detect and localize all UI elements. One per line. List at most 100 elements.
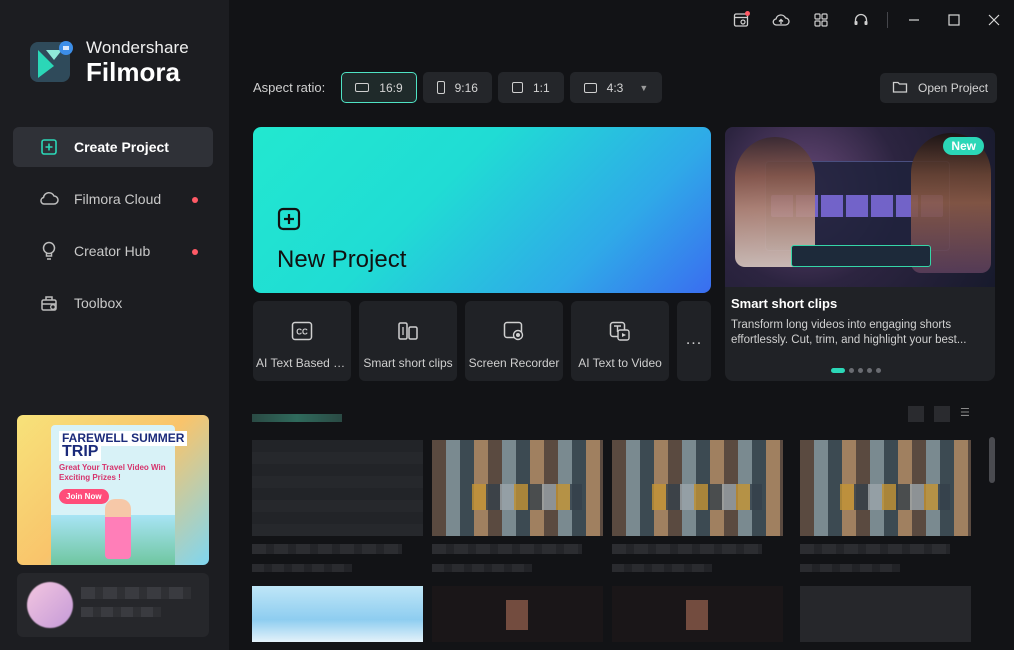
open-project-label: Open Project (918, 81, 989, 95)
project-name-redacted (800, 544, 950, 554)
titlebar-divider (887, 12, 888, 28)
svg-text:CC: CC (296, 328, 308, 337)
headset-icon[interactable] (841, 2, 881, 38)
list-view-icon[interactable]: ☰ (960, 406, 970, 422)
smart-clips-icon (397, 321, 419, 346)
feature-result-bar (791, 245, 931, 267)
project-thumbnail[interactable] (432, 440, 603, 536)
folder-icon (892, 80, 908, 97)
aspect-4-3-dropdown[interactable]: 4:3 ▼ (569, 72, 663, 103)
tool-label: AI Text Based E... (256, 356, 348, 370)
feature-title: Smart short clips (731, 296, 838, 311)
avatar[interactable] (27, 582, 73, 628)
feature-description-line: Transform long videos into engaging shor… (731, 319, 952, 331)
project-thumbnail[interactable] (432, 586, 603, 642)
portrait-icon (436, 81, 445, 94)
toolbox-icon (39, 293, 59, 313)
account-email-redacted (81, 607, 161, 617)
project-name-redacted (612, 544, 762, 554)
scrollbar[interactable] (989, 437, 995, 483)
open-project-button[interactable]: Open Project (880, 73, 997, 103)
close-icon[interactable] (974, 2, 1014, 38)
promo-figure-image (105, 499, 131, 559)
project-thumbnail[interactable] (612, 586, 783, 642)
project-meta-redacted (612, 564, 712, 572)
window-titlebar (721, 0, 1014, 40)
project-thumbnail[interactable] (252, 586, 423, 642)
aspect-9-16-button[interactable]: 9:16 (422, 72, 492, 103)
notification-dot (192, 197, 198, 203)
notification-dot (192, 249, 198, 255)
more-tools-button[interactable]: ... (677, 301, 711, 381)
carousel-dot-active[interactable] (831, 368, 845, 373)
tool-ai-text-to-video[interactable]: AI Text to Video (571, 301, 669, 381)
landscape-icon (355, 83, 370, 92)
new-badge: New (943, 137, 984, 155)
cc-icon: CC (291, 321, 313, 346)
square-icon (511, 82, 523, 93)
app-logo: Wondershare Filmora (28, 38, 189, 86)
maximize-icon[interactable] (934, 2, 974, 38)
promo-subtitle: Great Your Travel Video Win Exciting Pri… (59, 463, 166, 482)
sidebar-item-toolbox[interactable]: Toolbox (13, 283, 213, 323)
sidebar: Wondershare Filmora Create Project Filmo… (0, 0, 229, 650)
view-control-redacted[interactable] (908, 406, 924, 422)
feature-carousel[interactable]: New Smart short clips Transform long vid… (725, 127, 995, 381)
promo-title-trip: TRIP (59, 443, 102, 461)
tool-label: Screen Recorder (468, 356, 560, 370)
recent-projects-heading-redacted (252, 414, 342, 422)
text-to-video-icon (609, 321, 631, 346)
cloud-icon (39, 189, 59, 209)
tool-screen-recorder[interactable]: Screen Recorder (465, 301, 563, 381)
carousel-dot[interactable] (876, 368, 881, 373)
recent-view-controls: ☰ (908, 406, 980, 422)
project-thumbnail[interactable] (800, 586, 971, 642)
aspect-option-label: 1:1 (532, 80, 550, 95)
aspect-option-label: 9:16 (454, 80, 478, 95)
sidebar-item-label: Creator Hub (74, 243, 151, 259)
tool-smart-short-clips[interactable]: Smart short clips (359, 301, 457, 381)
project-thumbnail[interactable] (800, 440, 971, 536)
quick-tools: CC AI Text Based E... Smart short clips … (253, 301, 719, 381)
project-meta-redacted (252, 564, 352, 572)
project-thumbnail[interactable] (612, 440, 783, 536)
feature-description: Transform long videos into engaging shor… (731, 318, 989, 348)
new-project-title: New Project (277, 246, 407, 273)
apps-grid-icon[interactable] (801, 2, 841, 38)
aspect-1-1-button[interactable]: 1:1 (497, 72, 564, 103)
minimize-icon[interactable] (894, 2, 934, 38)
promo-join-button[interactable]: Join Now (59, 489, 109, 504)
sidebar-item-creator-hub[interactable]: Creator Hub (13, 231, 213, 271)
tool-label: Smart short clips (363, 356, 453, 370)
aspect-16-9-button[interactable]: 16:9 (341, 72, 417, 103)
sidebar-nav: Create Project Filmora Cloud Creator Hub… (13, 127, 213, 335)
feature-description-line: effortlessly. Cut, trim, and highlight y… (731, 334, 967, 346)
promo-banner[interactable]: FAREWELL SUMMER TRIP Great Your Travel V… (17, 415, 209, 565)
templates-icon[interactable] (721, 2, 761, 38)
aspect-option-label: 4:3 (606, 80, 624, 95)
view-control-redacted[interactable] (934, 406, 950, 422)
account-card[interactable] (17, 573, 209, 637)
sidebar-item-filmora-cloud[interactable]: Filmora Cloud (13, 179, 213, 219)
plus-square-icon (277, 207, 301, 236)
carousel-dot[interactable] (867, 368, 872, 373)
project-thumbnail[interactable] (252, 440, 423, 536)
aspect-ratio-bar: Aspect ratio: 16:9 9:16 1:1 4:3 ▼ (253, 72, 668, 103)
project-name-redacted (432, 544, 582, 554)
carousel-dot[interactable] (849, 368, 854, 373)
project-meta-redacted (432, 564, 532, 572)
tool-ai-text-based-editing[interactable]: CC AI Text Based E... (253, 301, 351, 381)
more-icon: ... (685, 331, 703, 348)
ratio-4-3-icon (583, 82, 597, 93)
bulb-icon (39, 241, 59, 261)
logo-brand: Wondershare (86, 38, 189, 57)
sidebar-item-create-project[interactable]: Create Project (13, 127, 213, 167)
sidebar-item-label: Create Project (74, 139, 169, 155)
carousel-dot[interactable] (858, 368, 863, 373)
new-project-card[interactable]: New Project (253, 127, 711, 293)
account-name-redacted (81, 587, 191, 599)
chevron-down-icon: ▼ (639, 82, 649, 93)
cloud-upload-icon[interactable] (761, 2, 801, 38)
screen-record-icon (503, 321, 525, 346)
project-meta-redacted (800, 564, 900, 572)
